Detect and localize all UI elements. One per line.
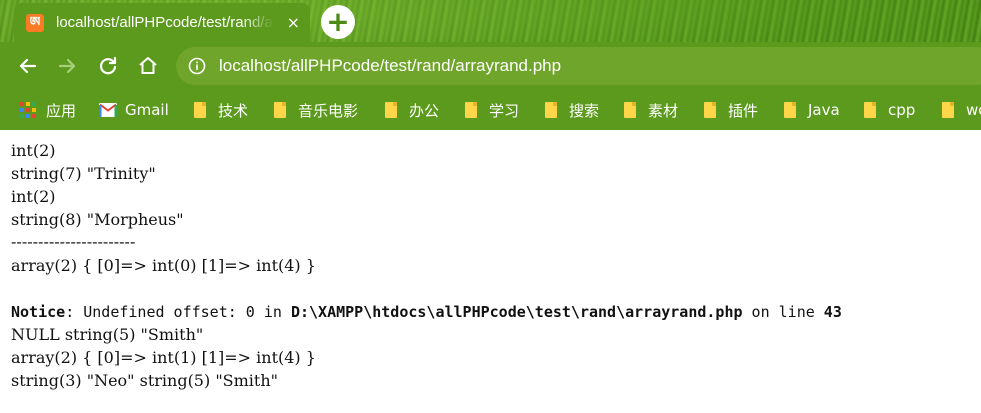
notice-message: : Undefined offset: 0 in xyxy=(65,303,291,321)
bookmark-label: wo xyxy=(966,101,981,119)
address-bar[interactable]: localhost/allPHPcode/test/rand/arrayrand… xyxy=(176,47,981,85)
folder-icon xyxy=(274,102,286,118)
bookmark-folder-office[interactable]: 办公 xyxy=(385,99,439,121)
bookmark-folder-music-movies[interactable]: 音乐电影 xyxy=(274,99,358,121)
output-line: NULL string(5) "Smith" xyxy=(11,325,204,344)
folder-icon xyxy=(784,102,796,118)
info-icon[interactable] xyxy=(188,57,206,75)
bookmark-folder-search[interactable]: 搜索 xyxy=(545,99,599,121)
back-icon[interactable] xyxy=(14,53,40,79)
output-line: array(2) { [0]=> int(0) [1]=> int(4) } xyxy=(11,256,316,275)
bookmark-folder-wo[interactable]: wo xyxy=(942,99,981,121)
bookmark-folder-cpp[interactable]: cpp xyxy=(864,99,915,121)
gmail-icon xyxy=(99,103,117,117)
bookmark-label: Java xyxy=(808,101,840,119)
home-icon[interactable] xyxy=(135,53,161,79)
page-content: int(2) string(7) "Trinity" int(2) string… xyxy=(0,130,981,413)
folder-icon xyxy=(704,102,716,118)
folder-icon xyxy=(545,102,557,118)
output-line: string(3) "Neo" string(5) "Smith" xyxy=(11,371,279,390)
bookmark-label: cpp xyxy=(888,101,916,119)
bookmark-folder-plugins[interactable]: 插件 xyxy=(704,99,758,121)
bookmark-label: 插件 xyxy=(728,101,759,120)
tab-title: localhost/allPHPcode/test/rand/arrayrand… xyxy=(56,14,274,31)
folder-icon xyxy=(194,102,206,118)
apps-icon xyxy=(20,102,36,118)
notice-file: D:\XAMPP\htdocs\allPHPcode\test\rand\arr… xyxy=(290,303,743,321)
output-line: string(7) "Trinity" xyxy=(11,164,156,183)
output-line: int(2) xyxy=(11,141,56,160)
browser-chrome: ཨ localhost/allPHPcode/test/rand/arrayra… xyxy=(0,0,981,130)
php-notice: Notice: Undefined offset: 0 in D:\XAMPP\… xyxy=(11,302,842,322)
folder-icon xyxy=(624,102,636,118)
folder-icon xyxy=(864,102,876,118)
separator-line: ----------------------- xyxy=(11,232,136,251)
bookmark-label: 技术 xyxy=(218,101,249,120)
bookmark-folder-tech[interactable]: 技术 xyxy=(194,99,248,121)
tab-active[interactable]: ཨ localhost/allPHPcode/test/rand/arrayra… xyxy=(14,3,310,42)
bookmarks-bar: 应用 Gmail 技术 音乐电影 办公 学习 搜索 素材 插件 Java cpp… xyxy=(0,90,981,130)
bookmark-label: 音乐电影 xyxy=(298,101,359,120)
new-tab-button[interactable]: + xyxy=(321,5,355,39)
output-line: array(2) { [0]=> int(1) [1]=> int(4) } xyxy=(11,348,316,367)
notice-label: Notice xyxy=(11,303,66,321)
notice-line-number: 43 xyxy=(823,303,842,321)
bookmark-label: Gmail xyxy=(125,101,169,119)
notice-on-line: on line xyxy=(742,303,824,321)
bookmark-folder-materials[interactable]: 素材 xyxy=(624,99,678,121)
forward-icon[interactable] xyxy=(55,53,81,79)
xampp-icon: ཨ xyxy=(26,13,44,32)
bookmark-label: 办公 xyxy=(409,101,440,120)
output-line: int(2) xyxy=(11,187,56,206)
output-line: string(8) "Morpheus" xyxy=(11,210,184,229)
folder-icon xyxy=(942,102,954,118)
bookmark-apps[interactable]: 应用 xyxy=(20,99,76,121)
tab-strip: ཨ localhost/allPHPcode/test/rand/arrayra… xyxy=(0,0,981,42)
toolbar: localhost/allPHPcode/test/rand/arrayrand… xyxy=(0,42,981,90)
bookmark-label: 应用 xyxy=(46,101,77,120)
reload-icon[interactable] xyxy=(95,53,121,79)
bookmark-gmail[interactable]: Gmail xyxy=(99,99,169,121)
bookmark-label: 学习 xyxy=(489,101,520,120)
bookmark-label: 素材 xyxy=(648,101,679,120)
bookmark-label: 搜索 xyxy=(569,101,600,120)
close-icon[interactable]: × xyxy=(287,13,300,32)
folder-icon xyxy=(385,102,397,118)
url-text[interactable]: localhost/allPHPcode/test/rand/arrayrand… xyxy=(219,56,561,76)
folder-icon xyxy=(465,102,477,118)
bookmark-folder-study[interactable]: 学习 xyxy=(465,99,519,121)
bookmark-folder-java[interactable]: Java xyxy=(784,99,840,121)
